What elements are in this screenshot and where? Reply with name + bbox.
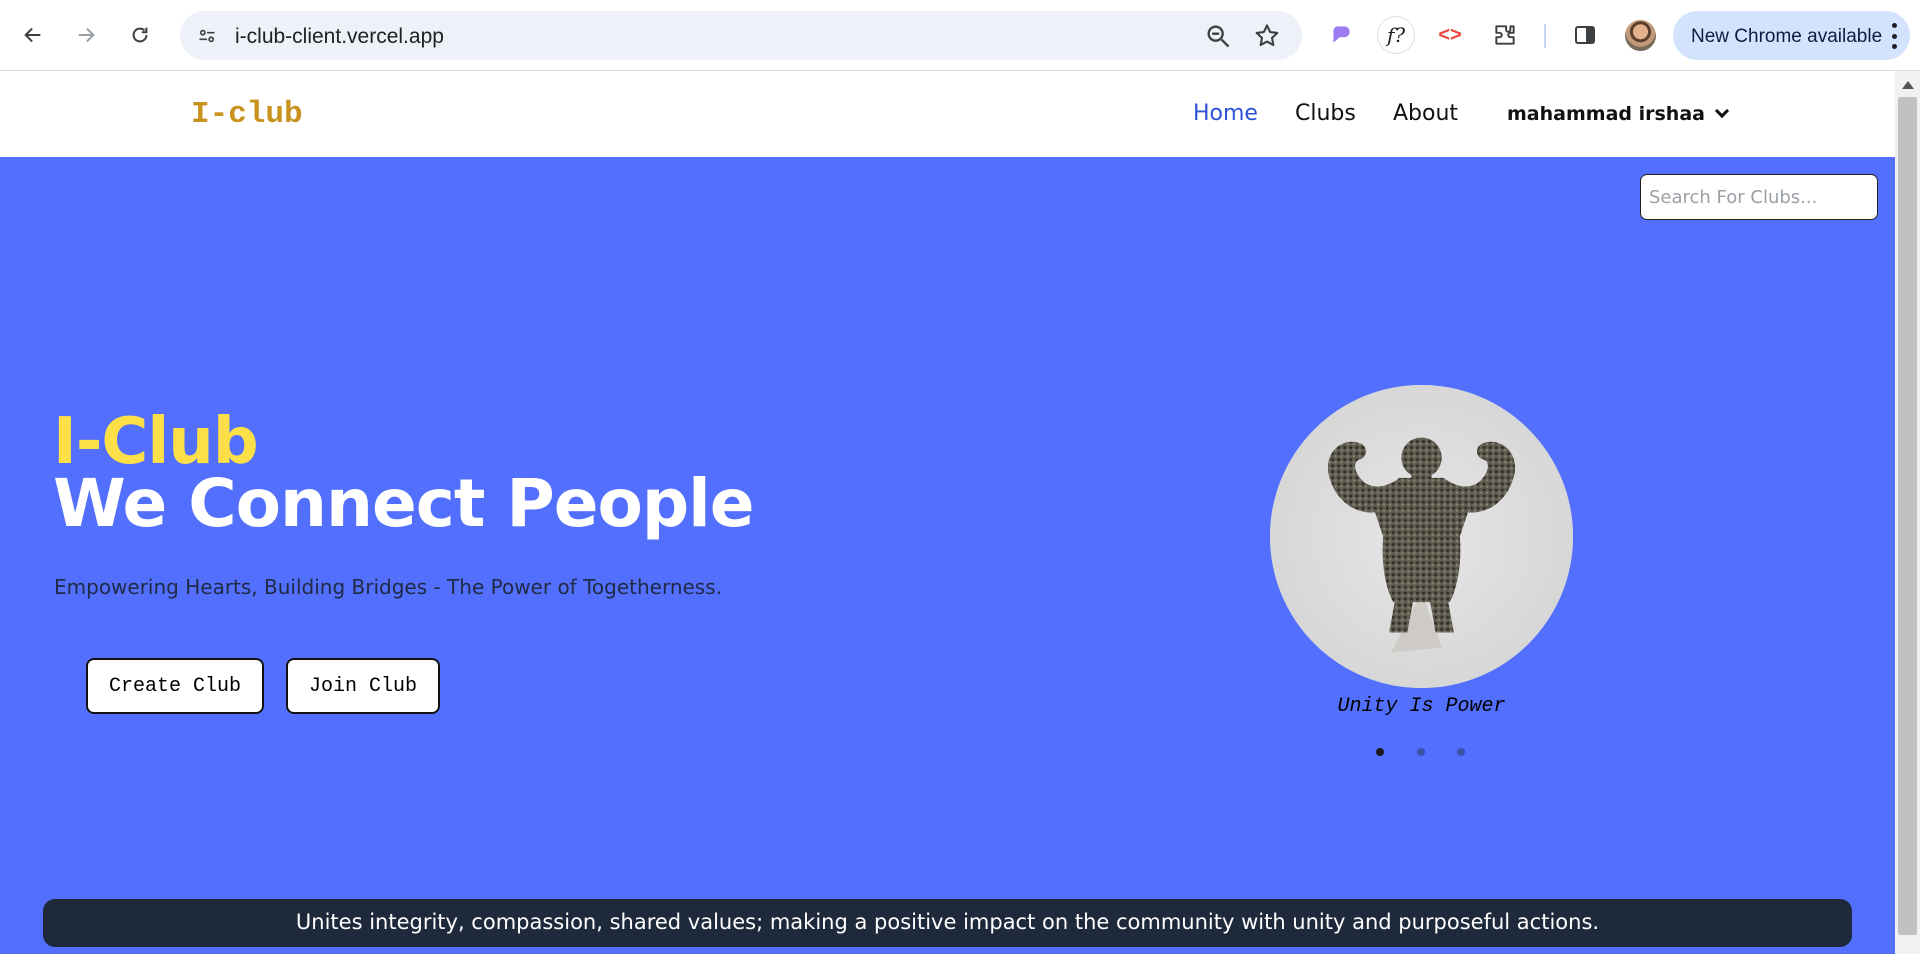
extension-purple-icon[interactable] <box>1323 17 1359 53</box>
forward-button[interactable] <box>68 17 104 53</box>
new-chrome-available-button[interactable]: New Chrome available <box>1673 11 1910 60</box>
crowd-muscle-figure-image <box>1270 385 1573 688</box>
code-glyph: <> <box>1438 23 1462 46</box>
url-text: i-club-client.vercel.app <box>235 25 444 48</box>
carousel-dot-1[interactable] <box>1376 748 1384 756</box>
site-header: I-club Home Clubs About mahammad irshaa <box>0 71 1895 157</box>
scrollbar-thumb[interactable] <box>1898 97 1917 935</box>
address-bar[interactable]: i-club-client.vercel.app <box>180 11 1302 60</box>
mission-text: Unites integrity, compassion, shared val… <box>295 910 1600 934</box>
back-arrow-icon <box>24 27 41 43</box>
zoom-icon[interactable] <box>1204 22 1232 50</box>
forward-arrow-icon <box>78 27 95 43</box>
profile-avatar[interactable] <box>1625 20 1656 51</box>
nav-clubs[interactable]: Clubs <box>1295 101 1356 126</box>
reload-button[interactable] <box>122 17 158 53</box>
bookmark-star-icon[interactable] <box>1253 22 1281 50</box>
carousel-caption: Unity Is Power <box>1337 695 1506 718</box>
chevron-down-icon <box>1714 103 1730 119</box>
nav-about[interactable]: About <box>1393 101 1458 126</box>
hero-section: I-Club We Connect People Empowering Hear… <box>0 157 1895 954</box>
user-menu[interactable]: mahammad irshaa <box>1507 103 1730 125</box>
carousel-dot-2[interactable] <box>1417 748 1425 756</box>
site-info-icon[interactable] <box>192 21 221 50</box>
font-finder-glyph: f? <box>1386 23 1406 47</box>
carousel-dot-3[interactable] <box>1457 748 1465 756</box>
hero-subtitle: Empowering Hearts, Building Bridges - Th… <box>54 575 722 599</box>
carousel-image <box>1270 385 1573 688</box>
reload-icon <box>132 27 148 43</box>
extension-code-icon[interactable]: <> <box>1432 17 1468 53</box>
browser-toolbar: i-club-client.vercel.app f? <> New Chrom… <box>0 0 1920 71</box>
extension-font-icon[interactable]: f? <box>1378 17 1414 53</box>
hero-tagline: We Connect People <box>53 465 754 542</box>
chrome-menu-icon[interactable] <box>1890 23 1898 49</box>
toolbar-divider <box>1544 24 1546 48</box>
extensions-puzzle-icon[interactable] <box>1487 17 1523 53</box>
page-scrollbar[interactable] <box>1895 71 1920 954</box>
side-panel-icon[interactable] <box>1567 17 1603 53</box>
page-viewport: I-club Home Clubs About mahammad irshaa … <box>0 71 1895 954</box>
scroll-up-arrow-icon[interactable] <box>1902 81 1914 89</box>
create-club-button[interactable]: Create Club <box>86 658 264 714</box>
search-clubs-input[interactable] <box>1640 174 1878 220</box>
nav-home[interactable]: Home <box>1193 101 1258 126</box>
back-button[interactable] <box>15 17 51 53</box>
update-label: New Chrome available <box>1691 26 1883 47</box>
user-name: mahammad irshaa <box>1507 103 1705 125</box>
site-logo[interactable]: I-club <box>191 97 303 132</box>
join-club-button[interactable]: Join Club <box>286 658 440 714</box>
mission-banner: Unites integrity, compassion, shared val… <box>43 899 1852 947</box>
